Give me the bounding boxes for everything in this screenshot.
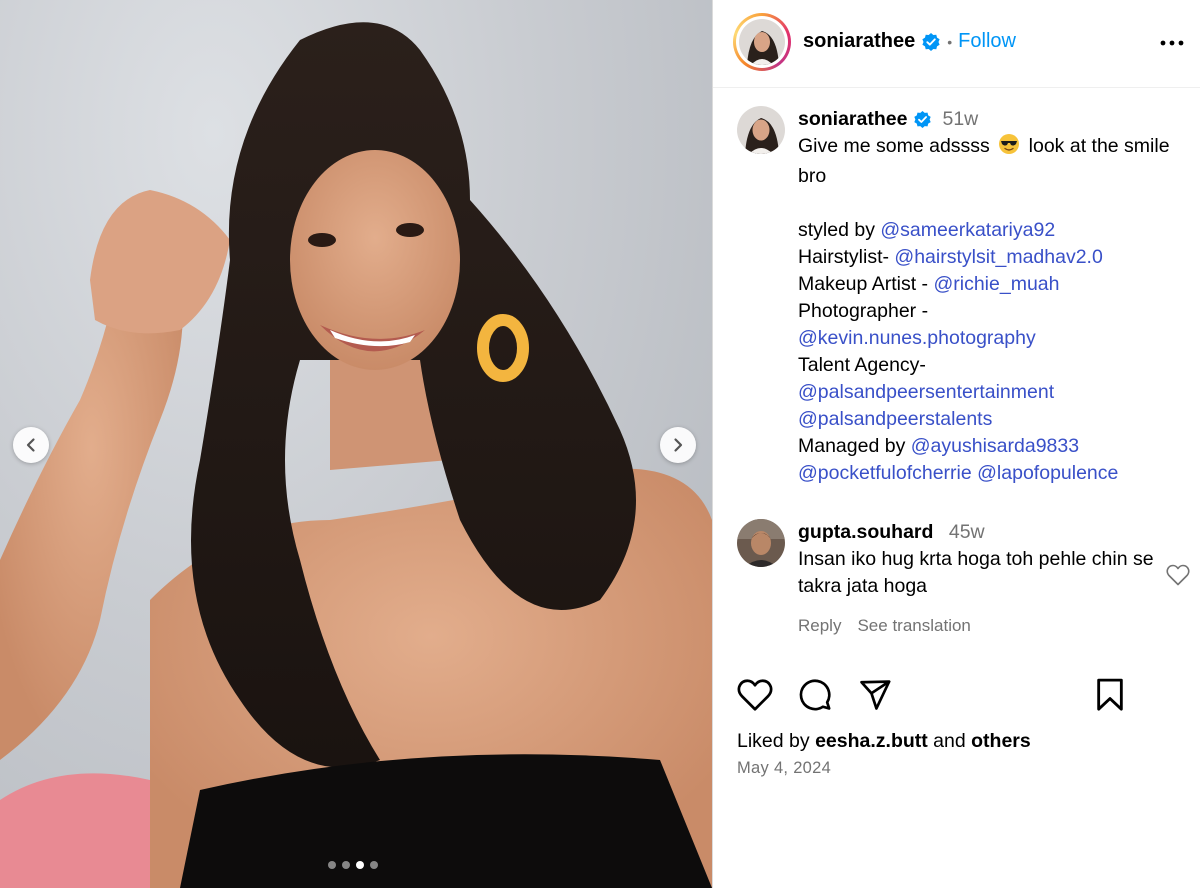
commenter-avatar[interactable] [737, 519, 785, 567]
credit-label: styled by [798, 219, 875, 241]
caption-avatar[interactable] [737, 106, 785, 154]
more-options-icon [1160, 40, 1184, 46]
credit-label: Managed by [798, 435, 906, 457]
chevron-right-icon [674, 438, 683, 452]
share-button[interactable] [857, 678, 893, 717]
like-button[interactable] [737, 678, 773, 717]
caption-username[interactable]: soniarathee [798, 106, 907, 133]
comment-icon [799, 679, 831, 711]
previous-slide-button[interactable] [13, 427, 49, 463]
likes-summary[interactable]: Liked by eesha.z.butt and others [737, 728, 1031, 754]
see-translation-button[interactable]: See translation [857, 612, 970, 639]
carousel-dot-active [356, 861, 364, 869]
caption-text: Give me some adssss [798, 135, 990, 157]
comment-timestamp[interactable]: 45w [949, 521, 985, 543]
credit-label: Talent Agency- [798, 354, 926, 376]
mention-link[interactable]: @richie_muah [933, 273, 1059, 295]
follow-button[interactable]: Follow [958, 30, 1016, 53]
verified-badge-icon [913, 110, 932, 129]
mention-link[interactable]: @palsandpeersentertainment [798, 381, 1054, 403]
heart-icon [737, 679, 773, 711]
carousel-dot [370, 861, 378, 869]
mention-link[interactable]: @lapofopulence [977, 462, 1118, 484]
chevron-left-icon [26, 438, 35, 452]
comment-button[interactable] [798, 678, 832, 717]
carousel-indicator [328, 861, 378, 869]
credit-label: Hairstylist- [798, 246, 889, 268]
mention-link[interactable]: @kevin.nunes.photography [798, 327, 1036, 349]
post-photo [0, 22, 712, 888]
mention-link[interactable]: @ayushisarda9833 [911, 435, 1079, 457]
post-details-panel: soniarathee • Follow soniarathee 51w Giv… [713, 0, 1200, 888]
caption-text: bro [798, 165, 827, 187]
story-ring[interactable] [733, 13, 791, 71]
mention-link[interactable]: @pocketfulofcherrie [798, 462, 972, 484]
next-slide-button[interactable] [660, 427, 696, 463]
likes-others-link[interactable]: others [971, 730, 1031, 752]
likes-prefix: Liked by [737, 730, 810, 752]
mention-link[interactable]: @sameerkatariya92 [880, 219, 1055, 241]
separator: • [947, 33, 953, 50]
liked-by-user[interactable]: eesha.z.butt [815, 730, 928, 752]
mention-link[interactable]: @palsandpeerstalents [798, 408, 992, 430]
post-action-bar [737, 678, 1177, 718]
commenter-username[interactable]: gupta.souhard [798, 521, 933, 543]
comment-text: Insan iko hug krta hoga toh pehle chin s… [798, 548, 1154, 597]
carousel-dot [328, 861, 336, 869]
share-icon [860, 680, 891, 710]
like-comment-button[interactable] [1166, 564, 1190, 591]
sunglasses-emoji [998, 133, 1020, 163]
carousel-dot [342, 861, 350, 869]
caption-text: look at the smile [1028, 135, 1170, 157]
reply-button[interactable]: Reply [798, 612, 841, 639]
verified-badge-icon [921, 32, 941, 52]
more-options-button[interactable] [1159, 30, 1185, 61]
credit-label: Photographer - [798, 300, 929, 322]
post-header: soniarathee • Follow [713, 0, 1200, 88]
credit-label: Makeup Artist - [798, 273, 929, 295]
avatar[interactable] [739, 19, 785, 65]
save-button[interactable] [1095, 678, 1125, 717]
header-username[interactable]: soniarathee [803, 30, 915, 53]
bookmark-icon [1097, 678, 1123, 711]
post-media[interactable] [0, 0, 712, 888]
heart-icon [1166, 564, 1190, 586]
caption-timestamp[interactable]: 51w [942, 106, 978, 133]
mention-link[interactable]: @hairstylsit_madhav2.0 [894, 246, 1102, 268]
post-date[interactable]: May 4, 2024 [737, 759, 831, 778]
likes-conjunction: and [933, 730, 966, 752]
